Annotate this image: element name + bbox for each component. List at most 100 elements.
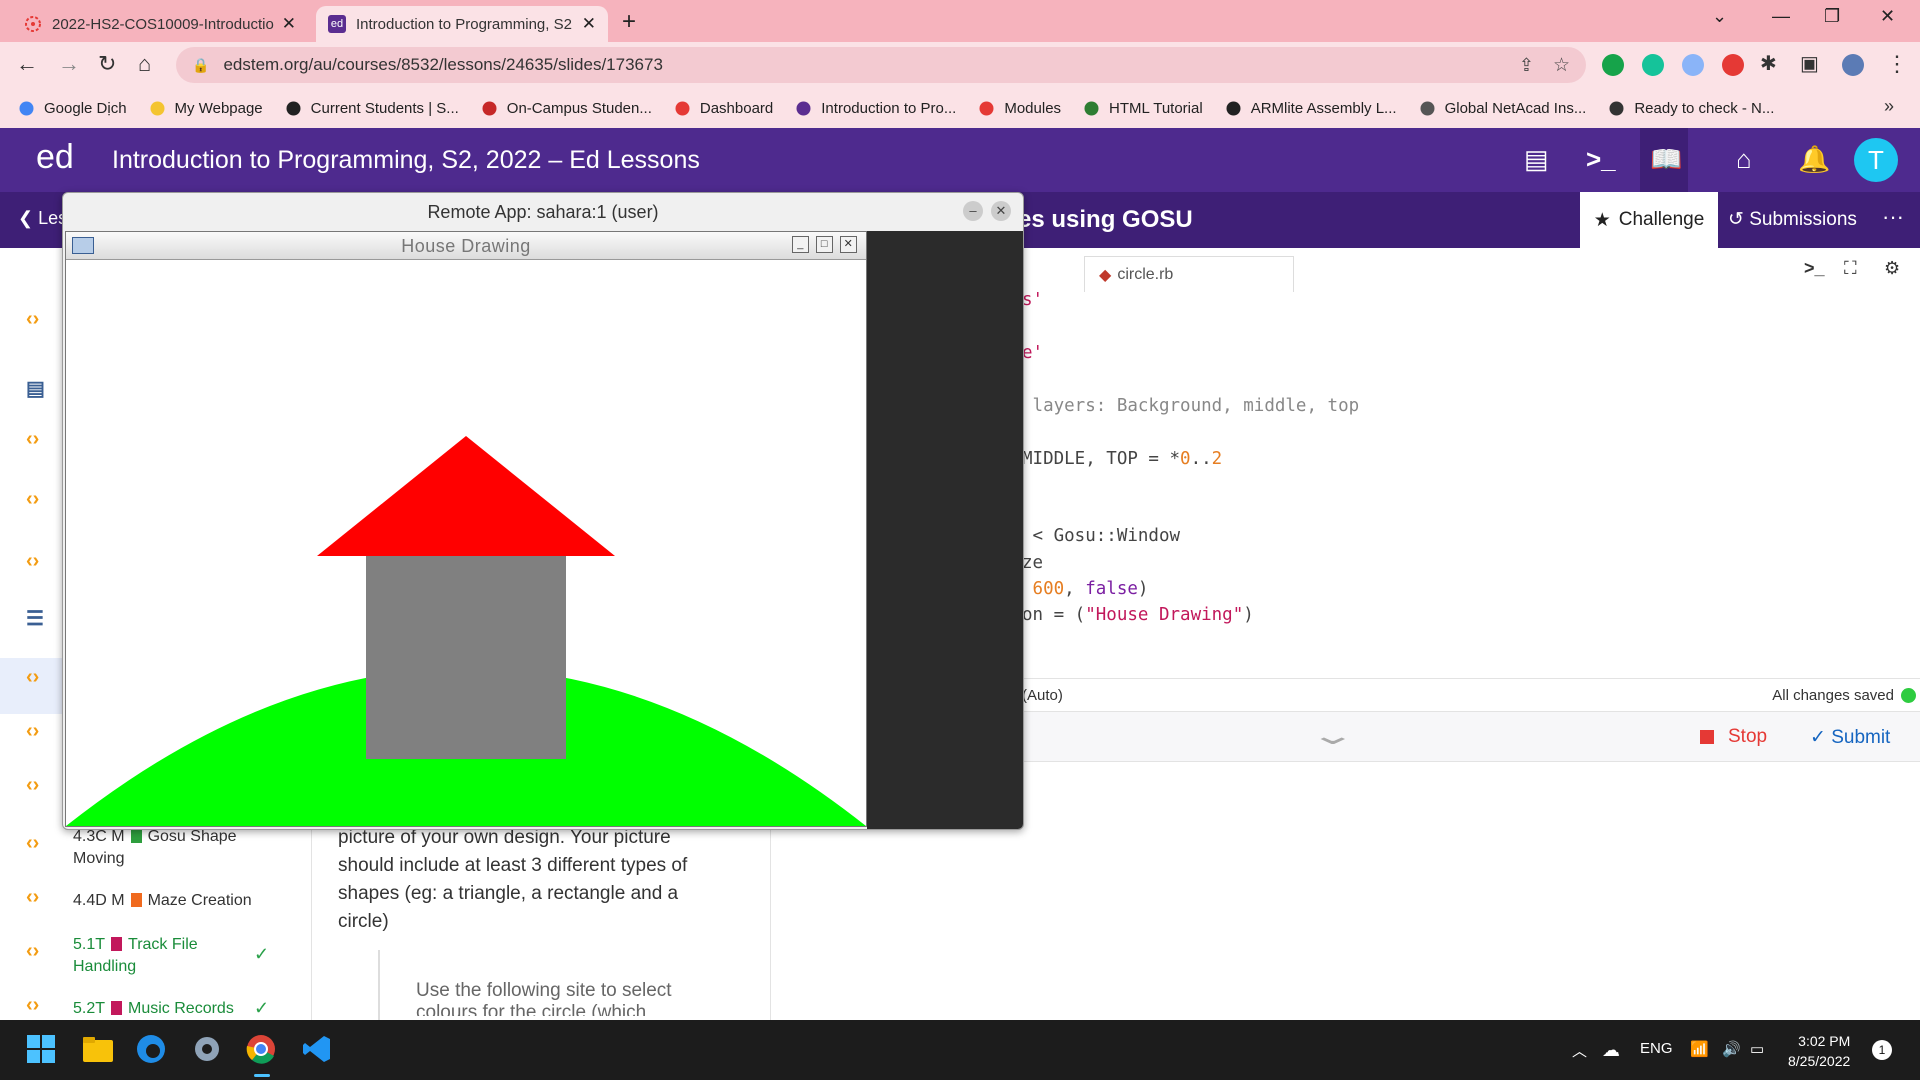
opera-extension-icon[interactable]	[1722, 54, 1744, 76]
code-icon[interactable]: ‹›	[26, 940, 39, 963]
windows-start-icon[interactable]	[26, 1034, 56, 1064]
lessons-book-icon[interactable]: 📖	[1650, 144, 1682, 175]
system-clock[interactable]: 3:02 PM 8/25/2022	[1788, 1031, 1850, 1071]
document-icon[interactable]: ☰	[26, 606, 44, 631]
close-icon[interactable]: ✕	[840, 236, 857, 253]
code-icon[interactable]: ‹›	[26, 886, 39, 909]
input-language[interactable]: ENG	[1640, 1040, 1673, 1057]
course-title[interactable]: Introduction to Programming, S2, 2022 – …	[112, 146, 700, 175]
browser-tab-canvas[interactable]: 2022-HS2-COS10009-Introductio ✕	[12, 6, 308, 42]
volume-icon[interactable]: 🔊	[1722, 1040, 1741, 1058]
side-panel-icon[interactable]: ▣	[1800, 51, 1819, 76]
new-tab-icon[interactable]: +	[622, 8, 636, 36]
bookmark-item[interactable]: Dashboard	[674, 100, 773, 117]
minimize-window-icon[interactable]: —	[1772, 6, 1790, 27]
close-window-icon[interactable]: ✕	[1880, 6, 1895, 27]
forward-arrow-icon[interactable]: →	[58, 51, 80, 77]
bookmark-item[interactable]: Introduction to Pro...	[795, 100, 956, 117]
browser-tab-bar: 2022-HS2-COS10009-Introductio ✕ ed Intro…	[0, 0, 1920, 42]
bookmarks-bar: Google Dịch My Webpage Current Students | …	[0, 88, 1920, 128]
submissions-tab[interactable]: ↺ Submissions	[1728, 208, 1857, 231]
chrome-menu-icon[interactable]: ⋮	[1886, 51, 1908, 77]
bookmark-star-icon[interactable]: ☆	[1553, 54, 1570, 77]
quiz-icon[interactable]: ▤	[26, 376, 45, 401]
settings-gear-icon[interactable]	[192, 1034, 222, 1064]
lesson-item[interactable]: 5.2T Music Records	[73, 998, 234, 1020]
notification-badge[interactable]: 1	[1872, 1040, 1892, 1060]
bookmark-item[interactable]: My Webpage	[149, 100, 263, 117]
bookmark-item[interactable]: ARMlite Assembly L...	[1225, 100, 1397, 117]
remote-app-window[interactable]: Remote App: sahara:1 (user) – ✕ House Dr…	[62, 192, 1024, 830]
more-options-icon[interactable]: ···	[1882, 204, 1904, 230]
submit-button[interactable]: ✓ Submit	[1810, 726, 1890, 749]
settings-gear-icon[interactable]: ⚙	[1884, 258, 1900, 279]
back-to-lessons-link[interactable]: ❮ Les	[18, 208, 67, 229]
chevron-left-icon: ❮	[18, 208, 39, 228]
ed-icon: ed	[328, 15, 346, 33]
back-arrow-icon[interactable]: ←	[16, 51, 38, 77]
file-explorer-icon[interactable]	[82, 1034, 114, 1064]
home-icon[interactable]: ⌂	[138, 51, 151, 77]
bookmark-item[interactable]: Current Students | S...	[285, 100, 459, 117]
lesson-item[interactable]: 5.1T Track File Handling	[73, 934, 198, 978]
terminal-icon[interactable]: >_	[1586, 144, 1616, 175]
notifications-bell-icon[interactable]: 🔔	[1798, 144, 1830, 175]
chrome-icon[interactable]	[246, 1034, 276, 1064]
code-icon[interactable]: ‹›	[26, 488, 39, 511]
battery-icon[interactable]: ▭	[1750, 1040, 1764, 1058]
vscode-icon[interactable]	[302, 1034, 332, 1064]
code-icon[interactable]: ‹›	[26, 720, 39, 743]
bookmark-item[interactable]: HTML Tutorial	[1083, 100, 1203, 117]
search-extension-icon[interactable]	[1682, 54, 1704, 76]
fullscreen-icon[interactable]: ⛶	[1844, 258, 1857, 279]
code-icon[interactable]: ‹›	[26, 774, 39, 797]
grammarly-extension-icon[interactable]	[1602, 54, 1624, 76]
tray-chevron-up-icon[interactable]: ︿	[1572, 1040, 1587, 1061]
lesson-item[interactable]: 4.4D M Maze Creation	[73, 890, 252, 912]
ed-logo[interactable]: ed	[36, 138, 74, 177]
home-icon[interactable]: ⌂	[1736, 144, 1752, 175]
bookmark-item[interactable]: Modules	[978, 100, 1061, 117]
bookmark-item[interactable]: Google Dịch	[18, 100, 127, 117]
close-icon[interactable]: ✕	[991, 201, 1011, 221]
code-icon[interactable]: ‹›	[26, 550, 39, 573]
reload-icon[interactable]: ↻	[98, 51, 116, 77]
restore-window-icon[interactable]: ❐	[1824, 6, 1840, 27]
grammarly-g-extension-icon[interactable]	[1642, 54, 1664, 76]
wifi-icon[interactable]: 📶	[1690, 1040, 1709, 1058]
maximize-icon[interactable]: □	[816, 236, 833, 253]
close-tab-icon[interactable]: ✕	[582, 14, 596, 34]
ed-header: ed Introduction to Programming, S2, 2022…	[0, 128, 1920, 192]
user-avatar[interactable]: T	[1854, 138, 1898, 182]
lesson-color-marker	[130, 893, 142, 907]
minimize-icon[interactable]: _	[792, 236, 809, 253]
code-icon[interactable]: ‹›	[26, 994, 39, 1017]
terminal-icon[interactable]: >_	[1804, 258, 1825, 279]
language-mode[interactable]: (Auto)	[1022, 687, 1063, 704]
challenge-tab[interactable]: ★ Challenge	[1580, 192, 1718, 248]
close-tab-icon[interactable]: ✕	[282, 14, 296, 34]
lesson-item[interactable]: 4.3C M Gosu Shape Moving	[73, 826, 237, 870]
address-bar[interactable]: 🔒 edstem.org/au/courses/8532/lessons/246…	[176, 47, 1586, 83]
profile-avatar[interactable]	[1842, 54, 1864, 76]
bookmarks-overflow-icon[interactable]: »	[1884, 96, 1894, 117]
discussion-icon[interactable]: ▤	[1524, 144, 1549, 175]
file-tab-circle-rb[interactable]: ◆ circle.rb	[1084, 256, 1294, 292]
bookmark-item[interactable]: On-Campus Studen...	[481, 100, 652, 117]
onedrive-cloud-icon[interactable]: ☁	[1602, 1040, 1620, 1061]
code-icon[interactable]: ‹›	[26, 428, 39, 451]
browser-tab-ed[interactable]: ed Introduction to Programming, S2 ✕	[316, 6, 608, 42]
code-icon[interactable]: ‹›	[26, 832, 39, 855]
tab-search-chevron-icon[interactable]: ⌄	[1712, 6, 1727, 27]
bookmark-item[interactable]: Ready to check - N...	[1608, 100, 1774, 117]
share-icon[interactable]: ⇪	[1519, 55, 1534, 76]
edge-browser-icon[interactable]	[136, 1034, 166, 1064]
bookmark-item[interactable]: Global NetAcad Ins...	[1419, 100, 1586, 117]
minimize-icon[interactable]: –	[963, 201, 983, 221]
code-icon[interactable]: ‹›	[26, 308, 39, 331]
stop-button[interactable]: Stop	[1700, 726, 1767, 748]
extensions-puzzle-icon[interactable]: ✱	[1760, 51, 1777, 76]
code-icon[interactable]: ‹›	[26, 666, 39, 689]
house-drawing-window[interactable]: House Drawing _ □ ✕	[65, 231, 867, 827]
collapse-chevron-icon[interactable]: ⌄	[1309, 720, 1357, 751]
